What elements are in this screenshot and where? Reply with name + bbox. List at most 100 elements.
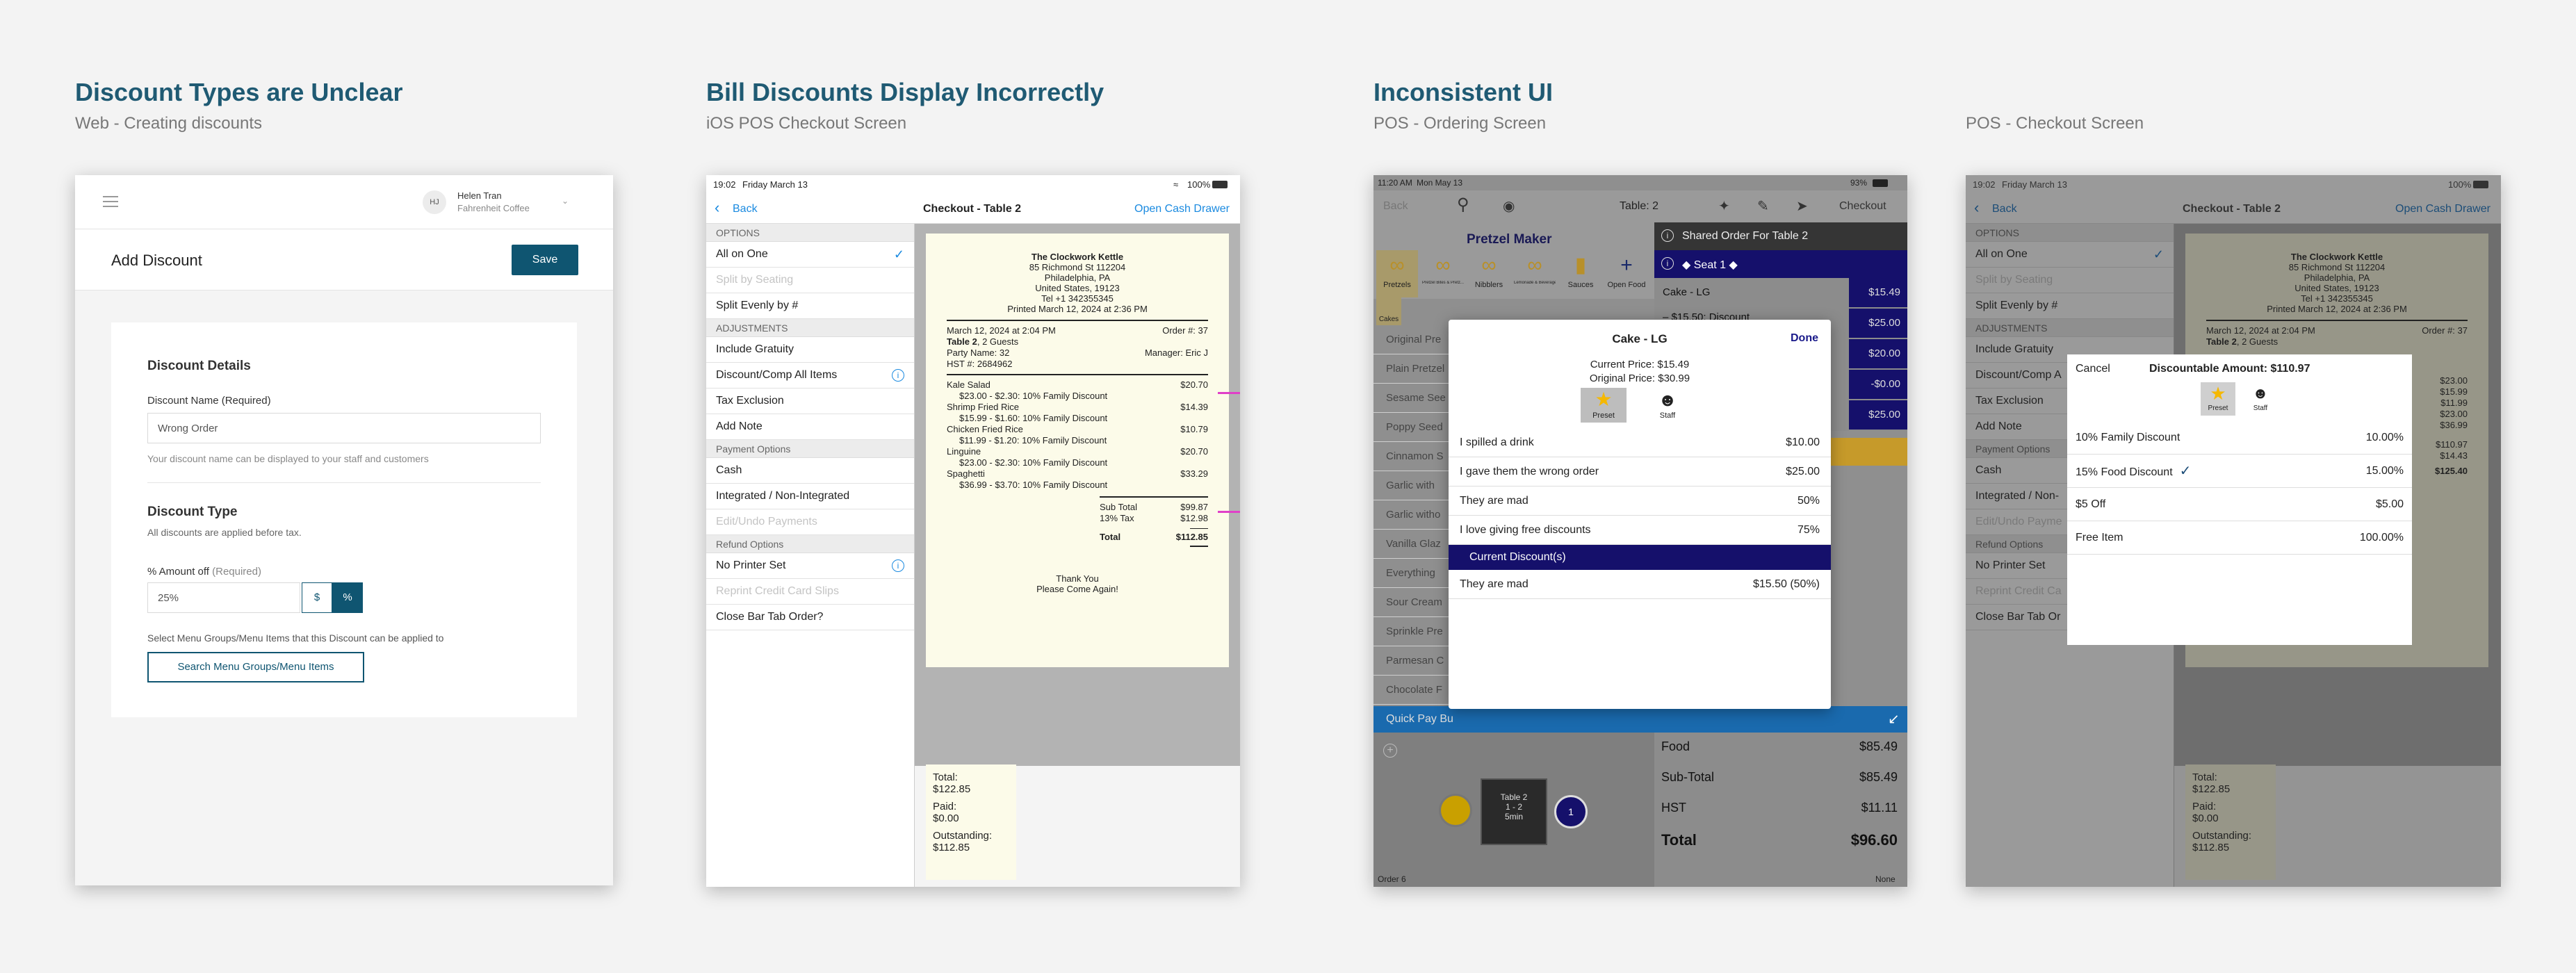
dollar-toggle[interactable]: $ <box>302 582 332 613</box>
collapse-icon[interactable]: ↙ <box>1888 710 1900 728</box>
subtotal-label: Sub Total <box>1100 502 1137 512</box>
menu-item[interactable]: Sprinkle Pre <box>1373 617 1457 646</box>
add-icon[interactable]: + <box>1383 744 1397 758</box>
staff-tab[interactable]: ☻ Staff <box>2245 382 2276 416</box>
chevron-down-icon[interactable]: ⌄ <box>562 196 569 206</box>
option-row[interactable]: Tax Exclusion <box>706 389 914 414</box>
menu-item[interactable]: Garlic witho <box>1373 500 1457 530</box>
menu-item[interactable]: Parmesan C <box>1373 646 1457 676</box>
menu-item[interactable]: Plain Pretzel <box>1373 354 1457 384</box>
cancel-button[interactable]: Cancel <box>2076 363 2110 375</box>
order-date: March 12, 2024 at 2:04 PM <box>2206 325 2315 336</box>
save-button[interactable]: Save <box>512 245 578 275</box>
total-value: $112.85 <box>1175 532 1208 542</box>
option-row[interactable]: Split Evenly by # <box>706 293 914 319</box>
come-again: Please Come Again! <box>1036 584 1118 594</box>
send-icon[interactable]: ➤ <box>1796 197 1808 215</box>
discount-modal: Cancel Discountable Amount: $110.97 ★ Pr… <box>2067 354 2412 645</box>
option-row[interactable]: Split Evenly by # <box>1966 293 2174 319</box>
table-badge[interactable]: Table 2 1 - 2 5min <box>1481 778 1547 845</box>
item-discount-detail: $36.99 - $3.70: 10% Family Discount <box>959 480 1108 490</box>
info-icon[interactable]: i <box>1661 257 1674 270</box>
discount-option[interactable]: I spilled a drink $10.00 <box>1449 428 1831 457</box>
option-label: Refund Options <box>716 538 784 550</box>
option-row[interactable]: Close Bar Tab Order? <box>706 605 914 630</box>
avatar[interactable]: HJ <box>423 190 446 214</box>
discount-option[interactable]: I love giving free discounts 75% <box>1449 516 1831 545</box>
menu-item[interactable]: Sesame See <box>1373 384 1457 413</box>
seat-marker-1[interactable]: 1 <box>1554 795 1588 828</box>
option-row: Split by Seating <box>1966 268 2174 293</box>
back-chevron-icon[interactable]: ‹ <box>715 199 719 217</box>
option-row[interactable]: All on One ✓ <box>706 242 914 268</box>
back-button[interactable]: Back <box>1992 203 2017 215</box>
summary-outstanding: $112.85 <box>2192 842 2230 853</box>
staff-tab[interactable]: ☻ Staff <box>1650 388 1685 423</box>
option-label: Integrated / Non- <box>1975 490 2060 502</box>
discount-option[interactable]: They are mad 50% <box>1449 486 1831 516</box>
back-chevron-icon[interactable]: ‹ <box>1974 199 1979 217</box>
discount-option[interactable]: 15% Food Discount ✓ 15.00% <box>2067 455 2412 488</box>
discount-option[interactable]: 10% Family Discount 10.00% <box>2067 421 2412 455</box>
category-tab[interactable]: ∞ Nibblers <box>1468 250 1510 297</box>
menu-item[interactable]: Sour Cream <box>1373 588 1457 617</box>
section-subtitle-2: iOS POS Checkout Screen <box>706 114 907 133</box>
pencil-icon[interactable]: ✎ <box>1757 197 1769 215</box>
option-row[interactable]: Add Note <box>706 414 914 440</box>
search-icon[interactable]: ⚲ <box>1457 195 1469 215</box>
category-tab[interactable]: ∞ Pretzel Bites & Pretz... <box>1422 250 1464 297</box>
option-row[interactable]: Integrated / Non-Integrated <box>706 484 914 509</box>
category-tab[interactable]: ▮ Sauces <box>1560 250 1601 297</box>
option-row[interactable]: All on One ✓ <box>1966 242 2174 268</box>
option-row[interactable]: Discount/Comp All Items i <box>706 363 914 389</box>
current-discount-row[interactable]: They are mad $15.50 (50%) <box>1449 570 1831 599</box>
info-icon[interactable]: i <box>892 369 904 382</box>
eye-icon[interactable]: ◉ <box>1503 197 1515 215</box>
discount-option[interactable]: I gave them the wrong order $25.00 <box>1449 457 1831 486</box>
menu-item[interactable]: Vanilla Glaz <box>1373 530 1457 559</box>
option-row[interactable]: No Printer Set i <box>706 553 914 579</box>
category-tab[interactable]: ∞ Lemonade & Beverages <box>1514 250 1556 297</box>
search-menu-items-button[interactable]: Search Menu Groups/Menu Items <box>147 652 364 682</box>
category-tab[interactable]: + Open Food <box>1606 250 1647 297</box>
discount-name-input[interactable]: Wrong Order <box>147 413 541 443</box>
done-button[interactable]: Done <box>1791 332 1818 345</box>
percent-toggle[interactable]: % <box>332 582 363 613</box>
checkout-button[interactable]: Checkout <box>1839 200 1886 213</box>
option-label: Discount/Comp A <box>1975 369 2062 381</box>
menu-item[interactable]: Poppy Seed <box>1373 413 1457 442</box>
menu-item[interactable]: Garlic with <box>1373 471 1457 500</box>
back-button[interactable]: Back <box>733 203 758 215</box>
order-line[interactable]: Cake - LG $15.49 <box>1654 278 1907 309</box>
quick-pay-label[interactable]: Quick Pay Bu <box>1386 713 1453 726</box>
discount-option[interactable]: $5 Off $5.00 <box>2067 488 2412 521</box>
order-line-price: $25.00 <box>1849 309 1907 338</box>
fork-knife-icon[interactable]: ✦ <box>1718 197 1730 215</box>
open-cash-drawer-button[interactable]: Open Cash Drawer <box>1134 203 1230 215</box>
seat-bar: i ◆ Seat 1 ◆ <box>1654 250 1907 278</box>
back-button[interactable]: Back <box>1383 200 1408 213</box>
seat-marker-yellow[interactable] <box>1439 794 1472 827</box>
info-icon[interactable]: i <box>1661 229 1674 242</box>
cake-category[interactable]: Cakes <box>1376 297 1401 325</box>
info-icon[interactable]: i <box>892 559 904 572</box>
battery-icon <box>1873 179 1888 187</box>
option-label: All on One <box>1975 248 2028 260</box>
hamburger-menu-icon[interactable] <box>103 196 118 207</box>
option-label: ADJUSTMENTS <box>1975 322 2048 334</box>
menu-item[interactable]: Original Pre <box>1373 325 1457 354</box>
menu-item[interactable]: Chocolate F <box>1373 676 1457 705</box>
menu-item[interactable]: Everything <box>1373 559 1457 588</box>
option-row[interactable]: Include Gratuity <box>706 337 914 363</box>
category-tab[interactable]: ∞ Pretzels <box>1376 250 1418 297</box>
option-row[interactable]: Cash <box>706 458 914 484</box>
name-label: Discount Name (Required) <box>147 395 271 407</box>
preset-tab[interactable]: ★ Preset <box>1581 388 1627 423</box>
amount-input[interactable]: 25% <box>147 582 300 613</box>
seat-label: ◆ Seat 1 ◆ <box>1682 259 1738 271</box>
preset-tab[interactable]: ★ Preset <box>2201 382 2235 416</box>
open-cash-drawer-button[interactable]: Open Cash Drawer <box>2395 203 2491 215</box>
section-subtitle-4: POS - Checkout Screen <box>1966 114 2144 133</box>
menu-item[interactable]: Cinnamon S <box>1373 442 1457 471</box>
discount-option[interactable]: Free Item 100.00% <box>2067 521 2412 555</box>
